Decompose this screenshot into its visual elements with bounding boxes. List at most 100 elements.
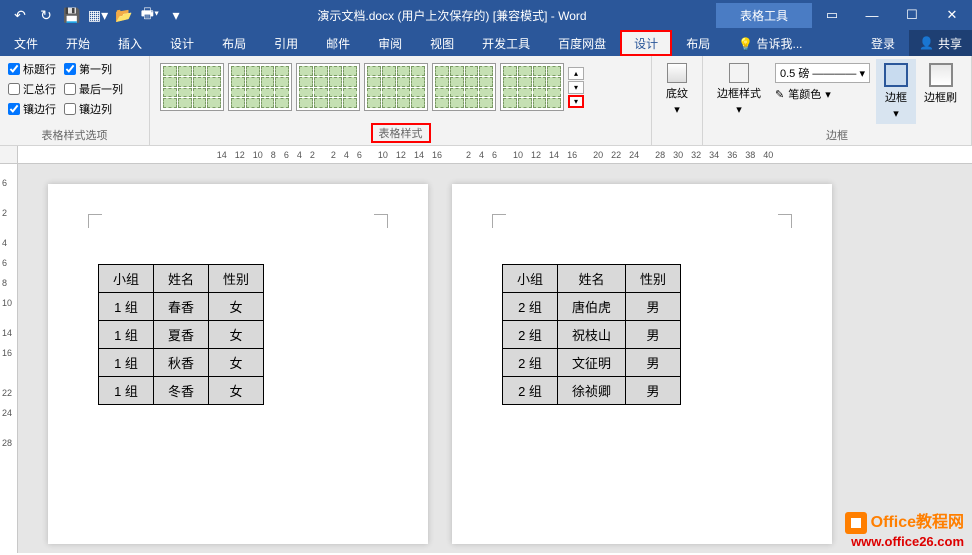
share-button[interactable]: 👤 共享 — [909, 30, 972, 56]
table-style-thumb[interactable] — [296, 63, 360, 111]
logo-icon — [845, 512, 867, 534]
document-scroll[interactable]: 小组姓名性别1 组春香女1 组夏香女1 组秋香女1 组冬香女 小组姓名性别2 组… — [18, 164, 972, 553]
qat-more-icon[interactable]: ▾ — [164, 4, 188, 26]
table-cell[interactable]: 夏香 — [154, 321, 209, 349]
table-cell[interactable]: 1 组 — [99, 321, 154, 349]
ribbon-options-icon[interactable]: ▭ — [812, 0, 852, 30]
maximize-icon[interactable]: ☐ — [892, 0, 932, 30]
table-row[interactable]: 2 组徐祯卿男 — [503, 377, 681, 405]
tab-design-doc[interactable]: 设计 — [156, 30, 208, 56]
chk-header-row[interactable]: 标题行 — [8, 61, 56, 77]
paint-bucket-icon — [667, 63, 687, 83]
table-style-thumb[interactable] — [160, 63, 224, 111]
table-header-cell[interactable]: 小组 — [503, 265, 558, 293]
table-row[interactable]: 1 组夏香女 — [99, 321, 264, 349]
gallery-more-icon[interactable]: ▾ — [568, 95, 584, 108]
tab-table-design[interactable]: 设计 — [620, 30, 672, 56]
table-cell[interactable]: 女 — [209, 349, 264, 377]
table-cell[interactable]: 男 — [626, 321, 681, 349]
table-cell[interactable]: 2 组 — [503, 293, 558, 321]
table-cell[interactable]: 1 组 — [99, 377, 154, 405]
table-style-thumb[interactable] — [500, 63, 564, 111]
pen-color-button[interactable]: ✎ 笔颜色 ▾ — [775, 86, 870, 102]
table-header-cell[interactable]: 性别 — [626, 265, 681, 293]
horizontal-ruler[interactable]: 1412108642246101214162461012141620222428… — [0, 146, 972, 164]
table-cell[interactable]: 女 — [209, 293, 264, 321]
tab-layout-doc[interactable]: 布局 — [208, 30, 260, 56]
document-table-2[interactable]: 小组姓名性别2 组唐伯虎男2 组祝枝山男2 组文征明男2 组徐祯卿男 — [502, 264, 681, 405]
borders-button[interactable]: 边框▾ — [876, 59, 916, 124]
table-cell[interactable]: 男 — [626, 293, 681, 321]
tab-home[interactable]: 开始 — [52, 30, 104, 56]
table-cell[interactable]: 春香 — [154, 293, 209, 321]
table-style-thumb[interactable] — [228, 63, 292, 111]
redo-icon[interactable]: ↻ — [34, 4, 58, 26]
table-cell[interactable]: 徐祯卿 — [558, 377, 626, 405]
group-table-styles: 表格样式 — [156, 121, 645, 143]
save-icon[interactable]: 💾 — [60, 4, 84, 26]
border-styles-button[interactable]: 边框样式▾ — [709, 59, 769, 124]
table-row[interactable]: 2 组文征明男 — [503, 349, 681, 377]
table-row[interactable]: 2 组祝枝山男 — [503, 321, 681, 349]
gallery-up-icon[interactable]: ▴ — [568, 67, 584, 80]
tab-baidu[interactable]: 百度网盘 — [544, 30, 620, 56]
table-cell[interactable]: 2 组 — [503, 377, 558, 405]
tab-view[interactable]: 视图 — [416, 30, 468, 56]
print-icon[interactable]: 🖶▾ — [138, 4, 162, 26]
tell-me[interactable]: 💡 告诉我... — [724, 30, 816, 56]
table-cell[interactable]: 男 — [626, 349, 681, 377]
table-cell[interactable]: 1 组 — [99, 349, 154, 377]
table-row[interactable]: 1 组秋香女 — [99, 349, 264, 377]
gallery-down-icon[interactable]: ▾ — [568, 81, 584, 94]
vertical-ruler[interactable]: 62468101416222428 — [0, 164, 18, 553]
close-icon[interactable]: ✕ — [932, 0, 972, 30]
shading-button[interactable]: 底纹▾ — [658, 59, 696, 120]
table-header-cell[interactable]: 小组 — [99, 265, 154, 293]
chk-first-col[interactable]: 第一列 — [64, 61, 112, 77]
table-cell[interactable]: 女 — [209, 321, 264, 349]
table-cell[interactable]: 2 组 — [503, 349, 558, 377]
table-cell[interactable]: 1 组 — [99, 293, 154, 321]
minimize-icon[interactable]: — — [852, 0, 892, 30]
tab-table-layout[interactable]: 布局 — [672, 30, 724, 56]
table-header-cell[interactable]: 姓名 — [154, 265, 209, 293]
tab-file[interactable]: 文件 — [0, 30, 52, 56]
group-style-options: 表格样式选项 — [6, 125, 143, 143]
table-header-cell[interactable]: 姓名 — [558, 265, 626, 293]
tab-insert[interactable]: 插入 — [104, 30, 156, 56]
border-weight-select[interactable]: 0.5 磅 ———— ▾ — [775, 63, 870, 83]
table-style-thumb[interactable] — [364, 63, 428, 111]
table-cell[interactable]: 文征明 — [558, 349, 626, 377]
page-2[interactable]: 小组姓名性别2 组唐伯虎男2 组祝枝山男2 组文征明男2 组徐祯卿男 — [452, 184, 832, 544]
tab-developer[interactable]: 开发工具 — [468, 30, 544, 56]
tab-references[interactable]: 引用 — [260, 30, 312, 56]
table-cell[interactable]: 祝枝山 — [558, 321, 626, 349]
table-cell[interactable]: 2 组 — [503, 321, 558, 349]
page-1[interactable]: 小组姓名性别1 组春香女1 组夏香女1 组秋香女1 组冬香女 — [48, 184, 428, 544]
border-painter-button[interactable]: 边框刷 — [916, 59, 965, 124]
table-row[interactable]: 1 组冬香女 — [99, 377, 264, 405]
chk-last-col[interactable]: 最后一列 — [64, 81, 123, 97]
border-icon — [884, 63, 908, 87]
new-icon[interactable]: ▦▾ — [86, 4, 110, 26]
table-cell[interactable]: 秋香 — [154, 349, 209, 377]
table-cell[interactable]: 冬香 — [154, 377, 209, 405]
table-style-thumb[interactable] — [432, 63, 496, 111]
open-icon[interactable]: 📂 — [112, 4, 136, 26]
chk-total-row[interactable]: 汇总行 — [8, 81, 56, 97]
table-cell[interactable]: 男 — [626, 377, 681, 405]
chk-banded-row[interactable]: 镶边行 — [8, 101, 56, 117]
table-cell[interactable]: 女 — [209, 377, 264, 405]
tab-review[interactable]: 审阅 — [364, 30, 416, 56]
margin-corner — [492, 214, 506, 228]
table-cell[interactable]: 唐伯虎 — [558, 293, 626, 321]
table-row[interactable]: 1 组春香女 — [99, 293, 264, 321]
document-table-1[interactable]: 小组姓名性别1 组春香女1 组夏香女1 组秋香女1 组冬香女 — [98, 264, 264, 405]
title-bar: ↶ ↻ 💾 ▦▾ 📂 🖶▾ ▾ 演示文档.docx (用户上次保存的) [兼容模… — [0, 0, 972, 30]
tab-mailings[interactable]: 邮件 — [312, 30, 364, 56]
table-row[interactable]: 2 组唐伯虎男 — [503, 293, 681, 321]
table-header-cell[interactable]: 性别 — [209, 265, 264, 293]
login-button[interactable]: 登录 — [857, 30, 909, 56]
undo-icon[interactable]: ↶ — [8, 4, 32, 26]
chk-banded-col[interactable]: 镶边列 — [64, 101, 112, 117]
